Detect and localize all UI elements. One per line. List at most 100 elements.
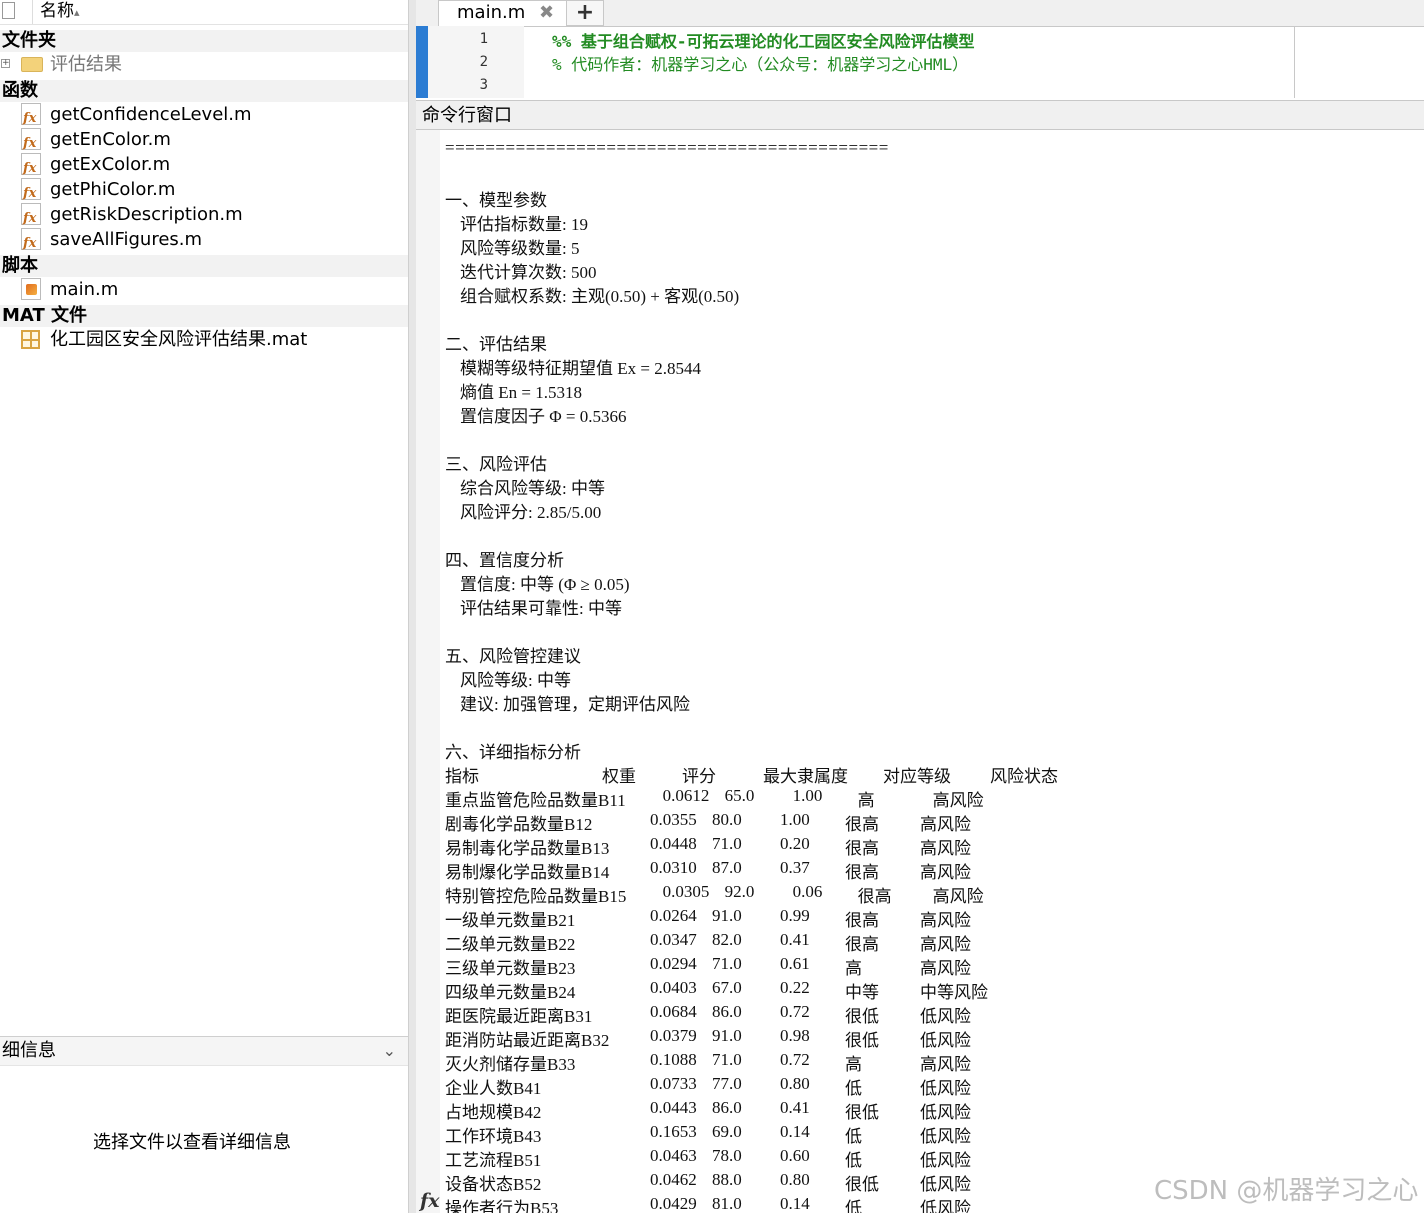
table-cell: 86.0 [712,1002,742,1021]
section-functions: 函数 [0,80,408,102]
column-divider[interactable] [32,0,33,24]
table-cell: 87.0 [712,858,742,877]
table-cell-indicator: 占地规模B42 [445,1103,542,1122]
output-line: 模糊等级特征期望值 Ex = 2.8544 [460,359,701,378]
mat-file-item[interactable]: 化工园区安全风险评估结果.mat [0,327,408,352]
line-number: 1 [479,31,488,47]
function-file-icon: fx [21,228,41,251]
table-cell-indicator: 设备状态B52 [445,1175,542,1194]
output-line: 风险评分: 2.85/5.00 [460,503,602,522]
function-file-icon: fx [21,128,41,151]
section-heading: 五、风险管控建议 [445,647,581,666]
panel-splitter[interactable] [408,0,416,1213]
table-cell: 0.0733 [650,1074,697,1093]
table-cell: 中等风险 [920,983,988,1002]
command-window-output[interactable]: ========================================… [440,130,1424,1213]
command-window-title[interactable]: 命令行窗口 [416,100,1424,130]
table-cell: 很高 [845,863,879,882]
function-file-label: getExColor.m [50,154,171,175]
right-margin-line [1294,26,1295,98]
table-cell: 高风险 [920,1055,971,1074]
table-cell: 0.80 [780,1170,810,1189]
section-mat-files: MAT 文件 [0,305,408,327]
output-line: 熵值 En = 1.5318 [460,383,582,402]
table-cell: 0.60 [780,1146,810,1165]
table-cell: 91.0 [712,906,742,925]
table-cell: 71.0 [712,834,742,853]
expand-plus-icon[interactable]: + [1,59,10,68]
output-line: 建议: 加强管理，定期评估风险 [460,695,690,714]
function-file-item[interactable]: fx getExColor.m [0,152,408,177]
table-cell: 低风险 [920,1031,971,1050]
table-cell: 0.41 [780,1098,810,1117]
close-tab-icon[interactable]: ✖ [539,1,554,25]
table-cell: 69.0 [712,1122,742,1141]
function-browser-icon[interactable]: fx [420,1190,440,1212]
table-cell: 高风险 [920,815,971,834]
table-cell: 很高 [845,911,879,930]
function-file-label: getRiskDescription.m [50,204,243,225]
table-cell: 0.0310 [650,858,697,877]
table-cell: 0.0379 [650,1026,697,1045]
table-cell: 86.0 [712,1098,742,1117]
table-cell: 0.61 [780,954,810,973]
function-file-item[interactable]: fx saveAllFigures.m [0,227,408,252]
details-panel-header[interactable]: 细信息 ⌄ [0,1036,408,1066]
output-line: 迭代计算次数: 500 [460,263,597,282]
table-cell: 低风险 [920,1079,971,1098]
table-cell: 很低 [845,1007,879,1026]
table-cell: 很高 [845,815,879,834]
script-file-item[interactable]: main.m [0,277,408,302]
name-column-header[interactable]: 名称▴ [40,0,80,24]
table-cell: 0.72 [780,1002,810,1021]
table-cell: 80.0 [712,810,742,829]
table-cell: 0.80 [780,1074,810,1093]
table-cell: 高风险 [920,863,971,882]
function-file-item[interactable]: fx getConfidenceLevel.m [0,102,408,127]
table-cell: 88.0 [712,1170,742,1189]
section-folders: 文件夹 [0,30,408,52]
table-cell: 高 [857,791,875,810]
table-cell-indicator: 易制毒化学品数量B13 [445,839,610,858]
table-cell: 0.0264 [650,906,697,925]
command-gutter [416,130,440,1213]
table-cell: 低 [845,1079,862,1098]
file-list-header: 名称▴ [0,0,408,25]
current-line-marker [416,26,428,98]
script-file-label: main.m [50,279,119,300]
function-file-label: getEnColor.m [50,129,171,150]
table-cell: 0.20 [780,834,810,853]
table-cell-indicator: 工艺流程B51 [445,1151,542,1170]
code-line[interactable]: % 代码作者：机器学习之心（公众号：机器学习之心HML） [552,51,968,75]
tab-main-m[interactable]: main.m ✖ [438,0,578,26]
table-cell: 低风险 [920,1151,971,1170]
table-cell: 0.37 [780,858,810,877]
table-cell-indicator: 剧毒化学品数量B12 [445,815,593,834]
section-heading: 二、评估结果 [445,335,547,354]
watermark: CSDN @机器学习之心 [1154,1176,1419,1206]
function-file-item[interactable]: fx getRiskDescription.m [0,202,408,227]
folder-item[interactable]: + 评估结果 [0,52,408,77]
mat-file-icon [21,330,40,349]
function-file-item[interactable]: fx getPhiColor.m [0,177,408,202]
table-cell: 0.0403 [650,978,697,997]
table-cell: 高风险 [932,791,984,810]
table-cell: 很低 [845,1103,879,1122]
table-header-cell: 最大隶属度 [763,767,848,786]
add-tab-button[interactable]: + [566,0,604,26]
section-heading: 一、模型参数 [445,191,547,210]
table-cell-indicator: 三级单元数量B23 [445,959,576,978]
output-line: 置信度: 中等 (Φ ≥ 0.05) [460,575,630,594]
function-file-item[interactable]: fx getEnColor.m [0,127,408,152]
table-cell: 高 [845,1055,862,1074]
table-cell-indicator: 工作环境B43 [445,1127,542,1146]
code-line[interactable]: %% 基于组合赋权-可拓云理论的化工园区安全风险评估模型 [552,28,975,52]
output-line: 组合赋权系数: 主观(0.50) + 客观(0.50) [460,287,740,306]
function-file-icon: fx [21,203,41,226]
table-cell: 很高 [845,935,879,954]
table-cell-indicator: 距消防站最近距离B32 [445,1031,610,1050]
chevron-down-icon[interactable]: ⌄ [383,1037,396,1065]
table-cell-indicator: 四级单元数量B24 [445,983,576,1002]
section-heading: 三、风险评估 [445,455,547,474]
line-number: 2 [479,54,488,70]
